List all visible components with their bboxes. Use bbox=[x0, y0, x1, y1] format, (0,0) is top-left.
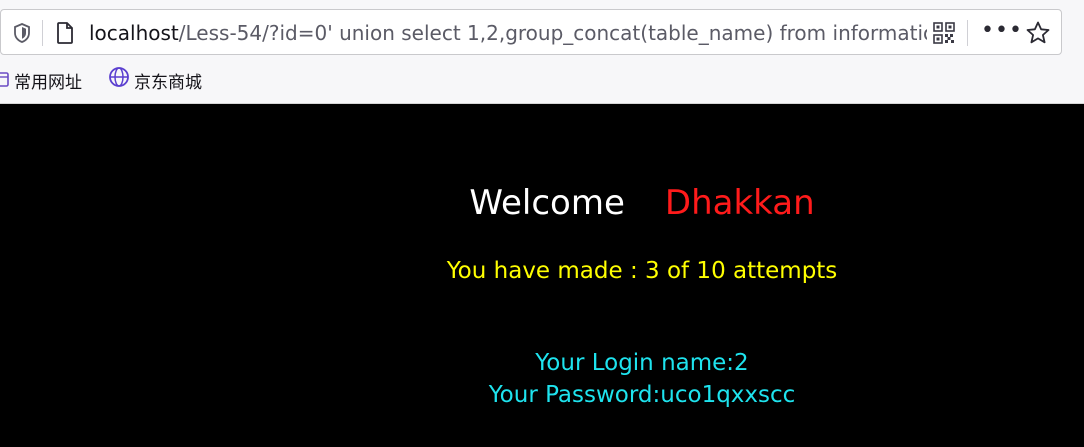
page-icon[interactable] bbox=[54, 21, 76, 45]
globe-icon bbox=[108, 66, 130, 100]
password-result: Your Password:uco1qxxscc bbox=[488, 382, 796, 408]
bookmark-folder[interactable]: 常用网址 bbox=[0, 66, 82, 100]
welcome-heading: Welcome Dhakkan bbox=[0, 182, 1084, 224]
attempts-counter: You have made : 3 of 10 attempts bbox=[446, 258, 838, 284]
qr-code-icon[interactable] bbox=[933, 22, 955, 44]
url-path: /Less-54/?id=0' union select 1,2,group_c… bbox=[178, 21, 927, 45]
folder-icon bbox=[0, 66, 10, 100]
browser-toolbar: localhost/Less-54/?id=0' union select 1,… bbox=[0, 0, 1084, 104]
url-input[interactable]: localhost/Less-54/?id=0' union select 1,… bbox=[89, 20, 927, 46]
welcome-text: Welcome bbox=[469, 183, 625, 223]
divider bbox=[967, 20, 968, 46]
divider bbox=[42, 20, 43, 46]
username-text: Dhakkan bbox=[664, 183, 815, 223]
star-icon[interactable] bbox=[1025, 20, 1051, 46]
bookmark-jd[interactable]: 京东商城 bbox=[108, 66, 202, 100]
login-name-result: Your Login name:2 bbox=[535, 350, 749, 376]
url-host: localhost bbox=[89, 21, 179, 45]
shield-icon[interactable] bbox=[11, 22, 33, 44]
bookmark-label: 京东商城 bbox=[134, 73, 202, 93]
bookmark-label: 常用网址 bbox=[14, 73, 82, 93]
page-content: Welcome Dhakkan You have made : 3 of 10 a… bbox=[0, 104, 1084, 447]
address-bar[interactable]: localhost/Less-54/?id=0' union select 1,… bbox=[0, 9, 1062, 55]
bookmarks-toolbar: 常用网址 京东商城 bbox=[0, 66, 1084, 100]
more-icon[interactable]: ••• bbox=[981, 20, 1022, 46]
